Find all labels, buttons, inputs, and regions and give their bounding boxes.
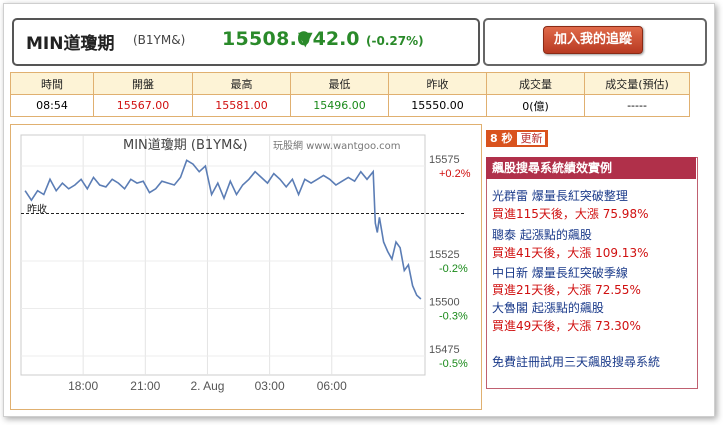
- chart-source: 玩股網 www.wantgoo.com: [273, 139, 401, 152]
- plot-frame: [20, 134, 426, 376]
- x-tick-label: 21:00: [130, 379, 160, 393]
- report-item-title[interactable]: 聰泰 起漲點的飆股: [492, 226, 592, 243]
- cell-low: 15496.00: [290, 94, 389, 117]
- quote-table-row: 08:54 15567.00 15581.00 15496.00 15550.0…: [10, 94, 690, 117]
- cell-prev-close: 15550.00: [388, 94, 487, 117]
- cell-open: 15567.00: [93, 94, 193, 117]
- report-item-title[interactable]: 光群雷 爆量長紅突破整理: [492, 187, 628, 204]
- change-value: 42.0: [312, 28, 360, 50]
- price-line: [24, 159, 422, 300]
- report-item-result[interactable]: 買進41天後，大漲 109.13%: [492, 244, 648, 261]
- col-volume-est: 成交量(預估): [584, 72, 690, 95]
- x-tick-label: 2. Aug: [190, 379, 224, 393]
- y-tick-label: 15475: [429, 344, 460, 356]
- y-pct-label: -0.2%: [439, 263, 468, 275]
- col-prev-close: 昨收: [388, 72, 487, 95]
- add-to-watchlist-button[interactable]: 加入我的追蹤: [543, 26, 643, 54]
- refresh-timer[interactable]: 8 秒更新: [486, 130, 548, 147]
- report-item-title[interactable]: 中日新 爆量長紅突破季線: [492, 264, 628, 281]
- chart-title: MIN道瓊期 (B1YM&): [123, 138, 248, 153]
- chart-panel: 昨收 MIN道瓊期 (B1YM&) 玩股網 www.wantgoo.com 15575…: [10, 124, 482, 410]
- report-item-title[interactable]: 大魯閣 起漲點的飆股: [492, 299, 604, 316]
- cell-volume: 0(億): [486, 94, 585, 117]
- x-tick-label: 06:00: [317, 379, 347, 393]
- quote-table: 時間 開盤 最高 最低 昨收 成交量 成交量(預估) 08:54 15567.0…: [10, 72, 690, 117]
- report-heading: 飆股搜尋系統績效實例: [486, 157, 696, 179]
- y-pct-label: +0.2%: [439, 168, 471, 180]
- intraday-chart: 昨收 MIN道瓊期 (B1YM&) 玩股網 www.wantgoo.com 15575…: [20, 134, 471, 393]
- y-pct-label: -0.5%: [439, 358, 468, 370]
- report-item-result[interactable]: 買進21天後，大漲 72.55%: [492, 281, 641, 298]
- timer-seconds: 8 秒: [490, 132, 513, 145]
- y-pct-label: -0.3%: [439, 311, 468, 323]
- change-percent: (-0.27%): [366, 34, 424, 48]
- ticker-code: (B1YM&): [133, 33, 186, 47]
- cell-time: 08:54: [10, 94, 94, 117]
- price-change: ▼42.0: [298, 28, 360, 50]
- col-high: 最高: [192, 72, 291, 95]
- x-tick-label: 18:00: [68, 379, 98, 393]
- col-volume: 成交量: [486, 72, 585, 95]
- y-tick-label: 15525: [429, 249, 460, 261]
- prev-close-label: 昨收: [27, 203, 47, 216]
- y-tick-label: 15500: [429, 297, 460, 309]
- update-button[interactable]: 更新: [516, 131, 547, 146]
- quote-table-header-row: 時間 開盤 最高 最低 昨收 成交量 成交量(預估): [10, 72, 690, 95]
- report-item-result[interactable]: 買進49天後，大漲 73.30%: [492, 317, 641, 334]
- x-tick-label: 03:00: [255, 379, 285, 393]
- col-open: 開盤: [93, 72, 193, 95]
- col-low: 最低: [290, 72, 389, 95]
- cell-volume-est: -----: [584, 94, 690, 117]
- report-item-result[interactable]: 買進115天後，大漲 75.98%: [492, 205, 648, 222]
- down-arrow-icon: ▼: [298, 28, 313, 50]
- ticker-name: MIN道瓊期: [26, 34, 115, 54]
- col-time: 時間: [10, 72, 94, 95]
- free-trial-link[interactable]: 免費註冊試用三天飆股搜尋系統: [492, 353, 660, 370]
- cell-high: 15581.00: [192, 94, 291, 117]
- y-tick-label: 15575: [429, 154, 460, 166]
